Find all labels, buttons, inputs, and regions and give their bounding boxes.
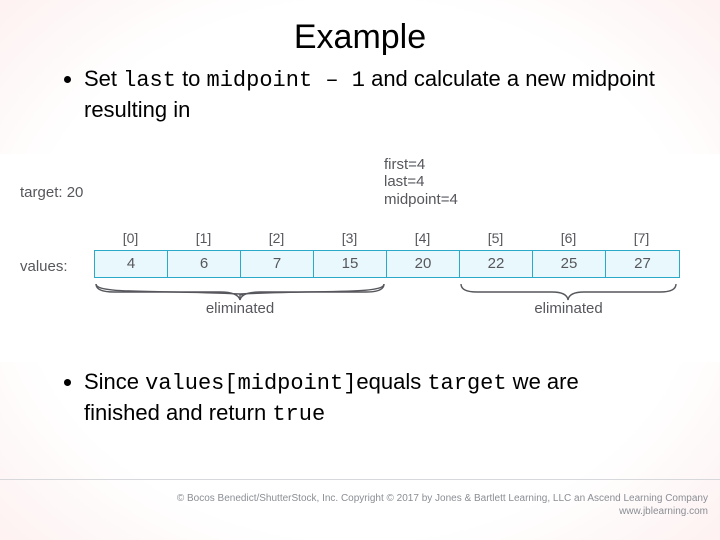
value-cell: 7 — [241, 251, 314, 277]
index-cell: [7] — [605, 230, 678, 246]
index-cell: [2] — [240, 230, 313, 246]
index-row: [0] [1] [2] [3] [4] [5] [6] [7] — [94, 230, 678, 246]
b2-code2: target — [427, 371, 506, 396]
state-midpoint: midpoint=4 — [384, 191, 458, 208]
b1-mid1: to — [176, 66, 207, 91]
b2-code3: true — [272, 402, 325, 427]
brace-left: eliminated — [94, 282, 386, 322]
state-last: last=4 — [384, 173, 458, 190]
footer-line1: © Bocos Benedict/ShutterStock, Inc. Copy… — [177, 493, 708, 506]
index-cell: [3] — [313, 230, 386, 246]
b2-code1: values[midpoint] — [145, 371, 356, 396]
b2-pre: Since — [84, 369, 145, 394]
bullet-2: Since values[midpoint]equals target we a… — [84, 368, 660, 429]
footer-line2: www.jblearning.com — [177, 506, 708, 519]
value-cell: 27 — [606, 251, 679, 277]
value-cell: 20 — [387, 251, 460, 277]
b1-code1: last — [123, 68, 176, 93]
target-label: target: 20 — [20, 184, 83, 201]
bullet-1: Set last to midpoint – 1 and calculate a… — [84, 65, 660, 124]
index-cell: [1] — [167, 230, 240, 246]
value-cell: 22 — [460, 251, 533, 277]
b2-mid1: equals — [356, 369, 427, 394]
state-block: first=4 last=4 midpoint=4 — [384, 156, 458, 208]
values-row: 4 6 7 15 20 22 25 27 — [94, 250, 680, 278]
bullet-list-top: Set last to midpoint – 1 and calculate a… — [0, 57, 720, 124]
value-cell: 6 — [168, 251, 241, 277]
brace-right-label: eliminated — [534, 300, 602, 317]
value-cell: 25 — [533, 251, 606, 277]
footer-rule — [0, 479, 720, 480]
state-first: first=4 — [384, 156, 458, 173]
page-title: Example — [0, 0, 720, 57]
b1-pre: Set — [84, 66, 123, 91]
value-cell: 4 — [95, 251, 168, 277]
index-cell: [4] — [386, 230, 459, 246]
values-label: values: — [20, 258, 68, 275]
value-cell: 15 — [314, 251, 387, 277]
bullet-list-bottom: Since values[midpoint]equals target we a… — [0, 368, 720, 429]
footer-credits: © Bocos Benedict/ShutterStock, Inc. Copy… — [177, 493, 708, 518]
b1-code2: midpoint – 1 — [207, 68, 365, 93]
array-figure: target: 20 first=4 last=4 midpoint=4 val… — [0, 154, 720, 362]
curly-brace-icon — [459, 282, 678, 302]
brace-right: eliminated — [459, 282, 678, 322]
index-cell: [6] — [532, 230, 605, 246]
curly-brace-icon — [94, 282, 386, 302]
index-cell: [0] — [94, 230, 167, 246]
index-cell: [5] — [459, 230, 532, 246]
brace-left-label: eliminated — [206, 300, 274, 317]
